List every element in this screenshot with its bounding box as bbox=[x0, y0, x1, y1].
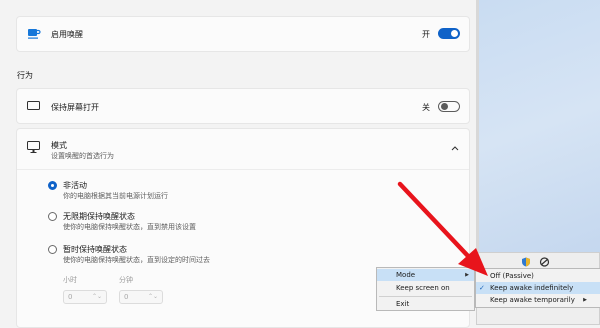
menu-item-label: Exit bbox=[396, 300, 410, 308]
mode-submenu: Off (Passive) ✓ Keep awake indefinitely … bbox=[475, 268, 600, 308]
keep-screen-state: 关 bbox=[422, 103, 430, 112]
context-menu: Mode ▶ Keep screen on Exit bbox=[376, 267, 475, 311]
menu-item-exit[interactable]: Exit bbox=[377, 298, 474, 310]
radio-inactive[interactable] bbox=[48, 181, 57, 190]
radio-inactive-title: 非活动 bbox=[63, 181, 87, 190]
submenu-item-label: Keep awake indefinitely bbox=[490, 284, 574, 292]
submenu-item-keep-awake-indefinitely[interactable]: ✓ Keep awake indefinitely bbox=[476, 282, 600, 294]
behavior-section-title: 行为 bbox=[17, 71, 33, 80]
minutes-label: 分钟 bbox=[119, 276, 133, 284]
menu-item-label: Mode bbox=[396, 271, 416, 279]
menu-item-keep-screen-on[interactable]: Keep screen on bbox=[377, 282, 474, 294]
radio-inactive-desc: 你的电脑根据其当前电源计划运行 bbox=[63, 192, 168, 200]
coffee-cup-icon bbox=[27, 27, 41, 43]
keep-screen-card: 保持屏幕打开 关 bbox=[16, 88, 470, 124]
submenu-item-off-passive[interactable]: Off (Passive) bbox=[476, 270, 600, 282]
hours-stepper[interactable]: 0 ⌃⌄ bbox=[63, 290, 107, 304]
mode-header[interactable]: 模式 设置唤醒的首选行为 bbox=[17, 129, 469, 170]
enable-awake-card: 启用唤醒 开 bbox=[16, 16, 470, 52]
minutes-stepper[interactable]: 0 ⌃⌄ bbox=[119, 290, 163, 304]
toggle-knob bbox=[451, 30, 458, 37]
hours-label: 小时 bbox=[63, 276, 77, 284]
submenu-item-label: Off (Passive) bbox=[490, 272, 534, 280]
submenu-arrow-icon: ▶ bbox=[465, 272, 469, 278]
radio-temporary[interactable] bbox=[48, 245, 57, 254]
keep-screen-toggle[interactable] bbox=[438, 101, 460, 112]
submenu-item-keep-awake-temporarily[interactable]: Keep awake temporarily ▶ bbox=[476, 294, 600, 306]
menu-item-label: Keep screen on bbox=[396, 284, 450, 292]
mode-subtitle: 设置唤醒的首选行为 bbox=[51, 152, 114, 160]
enable-awake-state: 开 bbox=[422, 30, 430, 39]
submenu-arrow-icon: ▶ bbox=[583, 297, 587, 303]
menu-separator bbox=[379, 296, 472, 297]
check-icon: ✓ bbox=[479, 284, 485, 292]
minutes-value: 0 bbox=[124, 293, 129, 301]
mode-title: 模式 bbox=[51, 141, 67, 150]
submenu-item-label: Keep awake temporarily bbox=[490, 296, 575, 304]
radio-temporary-desc: 使你的电脑保持唤醒状态，直到设定的时间过去 bbox=[63, 256, 210, 264]
keep-screen-label: 保持屏幕打开 bbox=[51, 103, 99, 112]
stepper-arrows-icon[interactable]: ⌃⌄ bbox=[148, 291, 158, 303]
radio-indefinite-title: 无限期保持唤醒状态 bbox=[63, 212, 135, 221]
menu-item-mode[interactable]: Mode ▶ bbox=[377, 269, 474, 281]
stepper-arrows-icon[interactable]: ⌃⌄ bbox=[92, 291, 102, 303]
radio-temporary-title: 暂时保持唤醒状态 bbox=[63, 245, 127, 254]
chevron-up-icon[interactable] bbox=[451, 144, 459, 153]
toggle-knob bbox=[440, 103, 448, 110]
hours-value: 0 bbox=[68, 293, 73, 301]
radio-indefinite[interactable] bbox=[48, 212, 57, 221]
enable-awake-toggle[interactable] bbox=[438, 28, 460, 39]
enable-awake-label: 启用唤醒 bbox=[51, 30, 83, 39]
radio-indefinite-desc: 使你的电脑保持唤醒状态，直到禁用该设置 bbox=[63, 223, 196, 231]
monitor-stand-icon bbox=[27, 141, 40, 156]
monitor-icon bbox=[27, 101, 40, 113]
